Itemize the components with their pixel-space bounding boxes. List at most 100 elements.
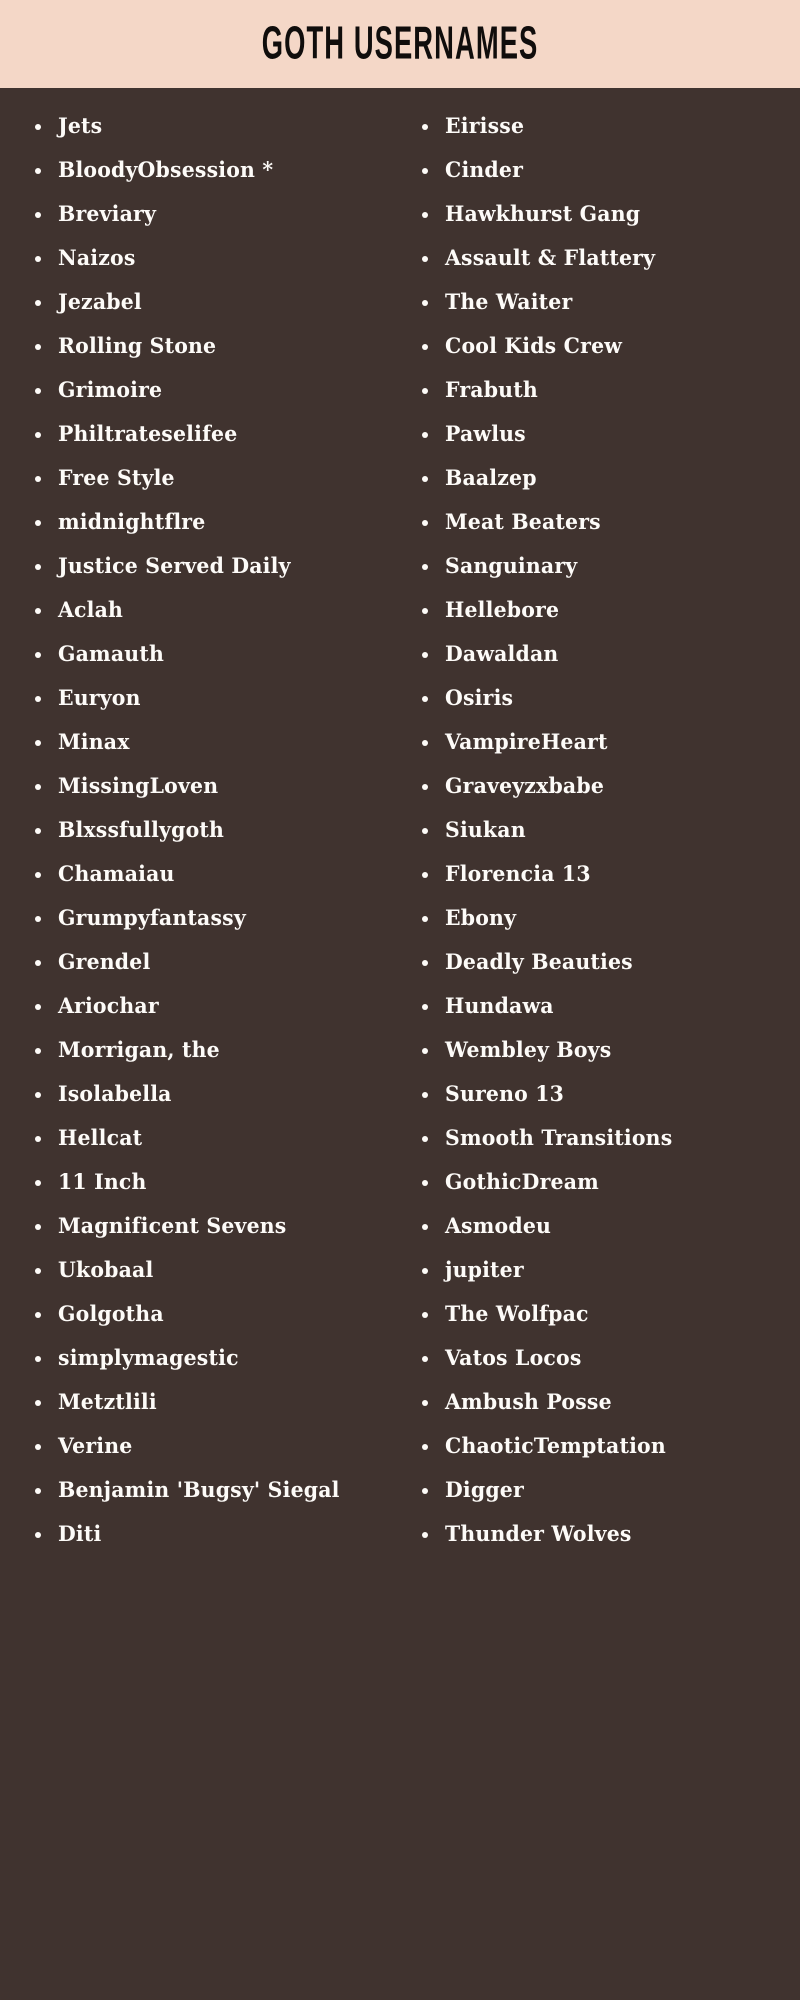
bullet-icon bbox=[422, 652, 428, 658]
bullet-icon bbox=[35, 1356, 41, 1362]
bullet-icon bbox=[422, 1136, 428, 1142]
bullet-icon bbox=[35, 432, 41, 438]
list-item-label: Minax bbox=[58, 730, 130, 755]
list-item: Meat Beaters bbox=[415, 501, 800, 545]
bullet-icon bbox=[35, 168, 41, 174]
bullet-icon bbox=[422, 1488, 428, 1494]
bullet-icon bbox=[35, 1092, 41, 1098]
bullet-icon bbox=[35, 1004, 41, 1010]
list-item-label: Hellcat bbox=[58, 1126, 143, 1151]
list-item: Grimoire bbox=[28, 369, 415, 413]
bullet-icon bbox=[422, 432, 428, 438]
list-item-label: Naizos bbox=[58, 246, 136, 271]
bullet-icon bbox=[422, 212, 428, 218]
bullet-icon bbox=[422, 168, 428, 174]
bullet-icon bbox=[35, 1180, 41, 1186]
list-item: The Wolfpac bbox=[415, 1293, 800, 1337]
bullet-icon bbox=[422, 1312, 428, 1318]
list-item: Grendel bbox=[28, 941, 415, 985]
bullet-icon bbox=[422, 300, 428, 306]
list-item: VampireHeart bbox=[415, 721, 800, 765]
list-item: MissingLoven bbox=[28, 765, 415, 809]
list-item-label: Philtrateselifee bbox=[58, 422, 238, 447]
bullet-icon bbox=[35, 740, 41, 746]
list-item-label: Cool Kids Crew bbox=[445, 334, 623, 359]
list-item: Cinder bbox=[415, 149, 800, 193]
list-item-label: Pawlus bbox=[445, 422, 526, 447]
bullet-icon bbox=[422, 256, 428, 262]
list-item: Digger bbox=[415, 1469, 800, 1513]
bullet-icon bbox=[35, 916, 41, 922]
list-item: Dawaldan bbox=[415, 633, 800, 677]
list-item-label: jupiter bbox=[445, 1258, 524, 1283]
list-item-label: 11 Inch bbox=[58, 1170, 147, 1195]
bullet-icon bbox=[35, 300, 41, 306]
list-item: Deadly Beauties bbox=[415, 941, 800, 985]
list-item: Eirisse bbox=[415, 105, 800, 149]
list-item: Euryon bbox=[28, 677, 415, 721]
bullet-icon bbox=[35, 1224, 41, 1230]
list-item: Golgotha bbox=[28, 1293, 415, 1337]
list-item-label: Breviary bbox=[58, 202, 157, 227]
list-item-label: Frabuth bbox=[445, 378, 538, 403]
bullet-icon bbox=[422, 1444, 428, 1450]
bullet-icon bbox=[422, 916, 428, 922]
bullet-icon bbox=[35, 1532, 41, 1538]
bullet-icon bbox=[35, 828, 41, 834]
list-item: Jets bbox=[28, 105, 415, 149]
list-item: Ambush Posse bbox=[415, 1381, 800, 1425]
list-item: Grumpyfantassy bbox=[28, 897, 415, 941]
list-item: Morrigan, the bbox=[28, 1029, 415, 1073]
bullet-icon bbox=[422, 872, 428, 878]
bullet-icon bbox=[422, 388, 428, 394]
list-item-label: Vatos Locos bbox=[445, 1346, 582, 1371]
list-item: Breviary bbox=[28, 193, 415, 237]
list-item: Sanguinary bbox=[415, 545, 800, 589]
list-item-label: Blxssfullygoth bbox=[58, 818, 225, 843]
list-item: Pawlus bbox=[415, 413, 800, 457]
list-item-label: Benjamin 'Bugsy' Siegal bbox=[58, 1478, 340, 1503]
list-item: Smooth Transitions bbox=[415, 1117, 800, 1161]
bullet-icon bbox=[35, 652, 41, 658]
bullet-icon bbox=[422, 1048, 428, 1054]
list-item: Hellebore bbox=[415, 589, 800, 633]
list-item: midnightflre bbox=[28, 501, 415, 545]
list-item: ChaoticTemptation bbox=[415, 1425, 800, 1469]
list-item: Graveyzxbabe bbox=[415, 765, 800, 809]
list-item-label: Sureno 13 bbox=[445, 1082, 565, 1107]
bullet-icon bbox=[35, 872, 41, 878]
list-item: Hellcat bbox=[28, 1117, 415, 1161]
bullet-icon bbox=[422, 344, 428, 350]
bullet-icon bbox=[422, 476, 428, 482]
list-item-label: Wembley Boys bbox=[445, 1038, 612, 1063]
page-title: GOTH USERNAMES bbox=[261, 18, 539, 70]
bullet-icon bbox=[422, 1224, 428, 1230]
list-item: Minax bbox=[28, 721, 415, 765]
list-item: Asmodeu bbox=[415, 1205, 800, 1249]
list-item-label: Grumpyfantassy bbox=[58, 906, 246, 931]
list-item: Thunder Wolves bbox=[415, 1513, 800, 1557]
bullet-icon bbox=[35, 1312, 41, 1318]
list-item-label: Euryon bbox=[58, 686, 141, 711]
list-item-label: simplymagestic bbox=[58, 1346, 239, 1371]
list-item: Siukan bbox=[415, 809, 800, 853]
bullet-icon bbox=[422, 1356, 428, 1362]
list-item-label: Jets bbox=[58, 114, 103, 139]
list-item: Jezabel bbox=[28, 281, 415, 325]
left-column: Jets BloodyObsession * Breviary Naizos Jezab… bbox=[0, 105, 415, 1557]
bullet-icon bbox=[35, 1136, 41, 1142]
list-item: GothicDream bbox=[415, 1161, 800, 1205]
list-item: Vatos Locos bbox=[415, 1337, 800, 1381]
list-item-label: ChaoticTemptation bbox=[445, 1434, 666, 1459]
list-item-label: Ambush Posse bbox=[445, 1390, 612, 1415]
list-item: Assault & Flattery bbox=[415, 237, 800, 281]
list-item: The Waiter bbox=[415, 281, 800, 325]
list-item-label: Verine bbox=[58, 1434, 133, 1459]
bullet-icon bbox=[35, 344, 41, 350]
list-item: Chamaiau bbox=[28, 853, 415, 897]
list-item: Ukobaal bbox=[28, 1249, 415, 1293]
bullet-icon bbox=[35, 256, 41, 262]
list-item: Cool Kids Crew bbox=[415, 325, 800, 369]
list-item-label: Golgotha bbox=[58, 1302, 164, 1327]
list-item-label: Magnificent Sevens bbox=[58, 1214, 287, 1239]
